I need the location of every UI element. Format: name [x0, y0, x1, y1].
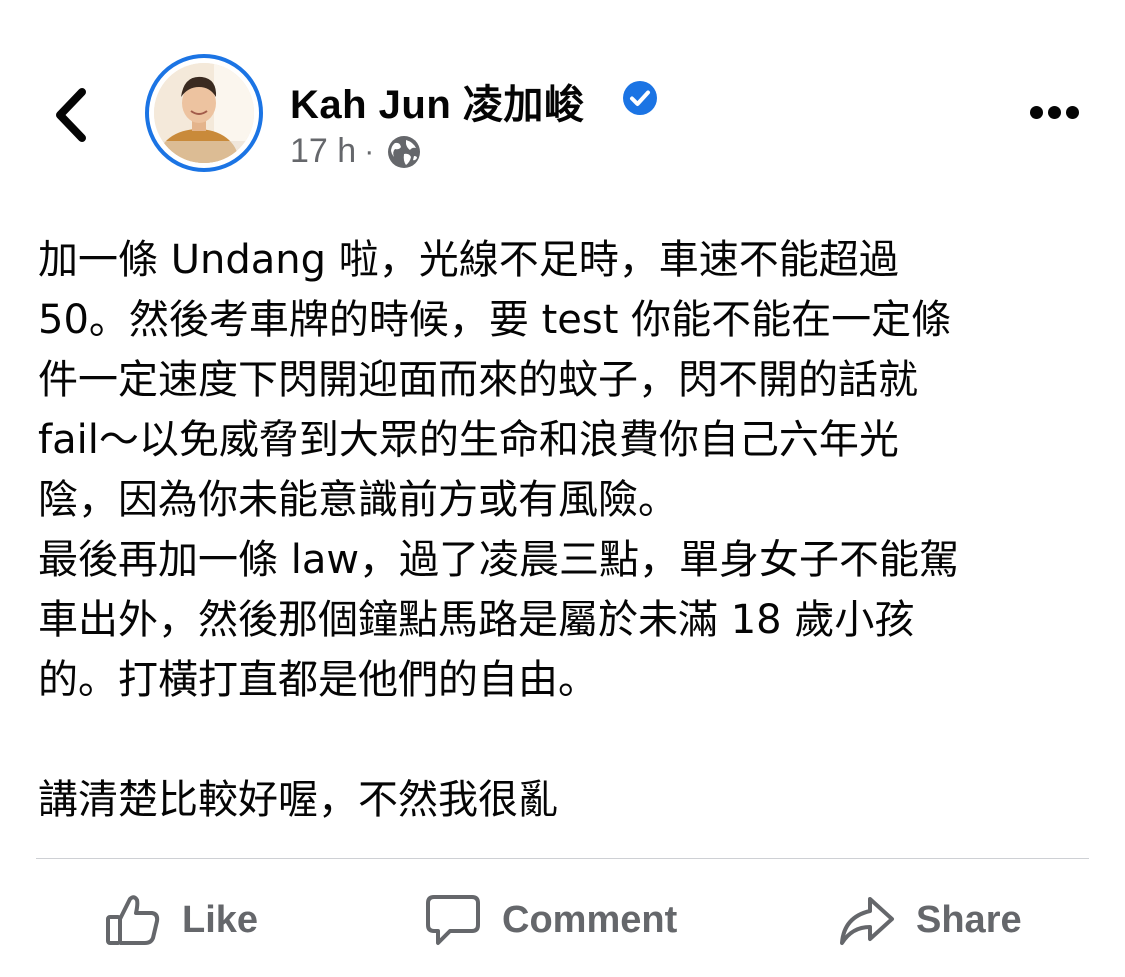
post-timestamp[interactable]: 17 h [290, 132, 356, 171]
share-arrow-icon [840, 897, 894, 945]
actions-divider [36, 858, 1089, 859]
comment-button[interactable]: Comment [424, 880, 677, 960]
post-text-line: 的。打橫打直都是他們的自由。 [38, 657, 598, 703]
post-text-line: 50。然後考車牌的時候，要 test 你能不能在一定條 [38, 297, 952, 343]
verified-badge-icon [623, 81, 657, 115]
comment-label: Comment [502, 898, 678, 941]
post-meta: 17 h · [290, 132, 422, 171]
author-name[interactable]: Kah Jun 凌加峻 [290, 72, 584, 130]
post-text-line [38, 710, 1088, 770]
post-text-line: 車出外，然後那個鐘點馬路是屬於未滿 18 歲小孩 [38, 597, 915, 643]
post-text-line: 件一定速度下閃開迎面而來的蚊子，閃不開的話就 [38, 357, 918, 403]
post-actions-bar: Like Comment Share [0, 880, 1125, 960]
chevron-left-icon [56, 88, 86, 142]
share-label: Share [916, 898, 1022, 941]
globe-icon[interactable] [386, 134, 422, 170]
share-button[interactable]: Share [838, 880, 1022, 960]
more-options-button[interactable] [1028, 100, 1080, 126]
post-text-line: fail～以免威脅到大眾的生命和浪費你自己六年光 [38, 417, 899, 463]
more-horizontal-icon [1066, 106, 1079, 119]
more-horizontal-icon [1048, 106, 1061, 119]
back-button[interactable] [46, 82, 98, 148]
avatar-photo [154, 63, 254, 163]
more-horizontal-icon [1030, 106, 1043, 119]
profile-avatar[interactable] [145, 54, 263, 172]
post-text-line: 加一條 Undang 啦，光線不足時，車速不能超過 [38, 237, 899, 283]
comment-bubble-icon [426, 895, 480, 945]
like-label: Like [182, 898, 259, 941]
post-text-line: 陰，因為你未能意識前方或有風險。 [38, 477, 678, 523]
post-text-line: 講清楚比較好喔，不然我很亂 [38, 777, 558, 823]
post-text-line: 最後再加一條 law，過了凌晨三點，單身女子不能駕 [38, 537, 960, 583]
avatar [154, 63, 254, 163]
meta-separator: · [364, 134, 375, 168]
like-button[interactable]: Like [104, 880, 258, 960]
post-text: 加一條 Undang 啦，光線不足時，車速不能超過 50。然後考車牌的時候，要 … [38, 230, 1088, 830]
thumbs-up-icon [106, 895, 160, 945]
